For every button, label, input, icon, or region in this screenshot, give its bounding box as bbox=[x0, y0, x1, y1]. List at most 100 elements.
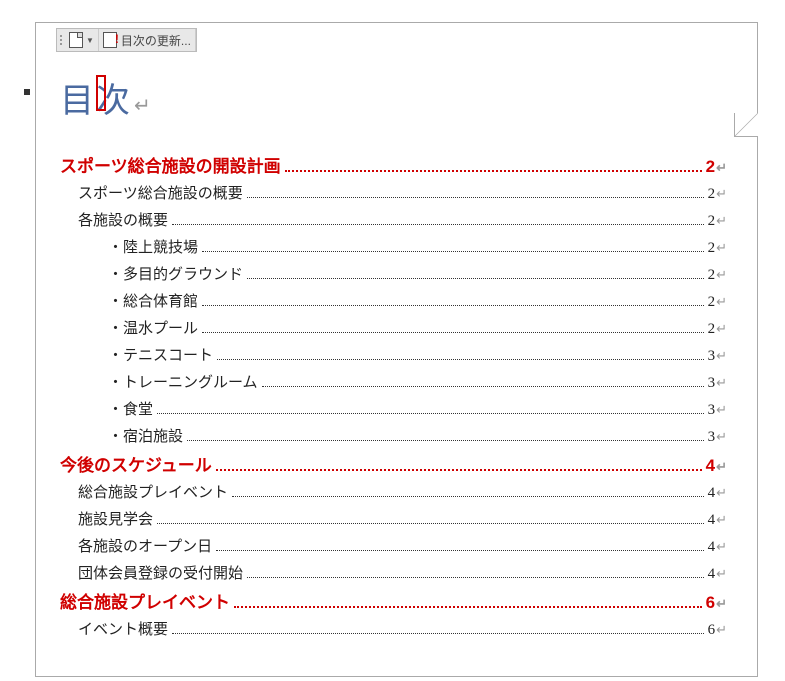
toc-entry-text: 今後のスケジュール bbox=[60, 457, 212, 474]
toc-entry-text: ・食堂 bbox=[108, 403, 153, 418]
toc-page-number: 2 bbox=[708, 187, 716, 202]
toc-entry[interactable]: ・テニスコート 3↵ bbox=[60, 349, 727, 364]
toc-entry[interactable]: 団体会員登録の受付開始 4↵ bbox=[60, 567, 727, 582]
toc-entry[interactable]: ・宿泊施設 3↵ bbox=[60, 430, 727, 445]
toc-entry[interactable]: ・トレーニングルーム 3↵ bbox=[60, 376, 727, 391]
toc-leader-dots bbox=[202, 305, 704, 306]
toc-entry[interactable]: 各施設の概要 2↵ bbox=[60, 214, 727, 229]
toc-entry[interactable]: 施設見学会 4↵ bbox=[60, 513, 727, 528]
line-break-mark-icon: ↵ bbox=[716, 540, 727, 553]
toc-leader-dots bbox=[247, 577, 704, 578]
toc-entry[interactable]: ・食堂 3↵ bbox=[60, 403, 727, 418]
toc-leader-dots bbox=[217, 359, 704, 360]
toc-entry-text: ・陸上競技場 bbox=[108, 241, 198, 256]
toc-leader-dots bbox=[247, 197, 704, 198]
line-break-mark-icon: ↵ bbox=[716, 597, 727, 610]
toc-page-number: 4 bbox=[708, 513, 716, 528]
toc-entry-text: ・トレーニングルーム bbox=[108, 376, 258, 391]
toc-page-number: 3 bbox=[708, 430, 716, 445]
toc-entry-text: 施設見学会 bbox=[78, 513, 153, 528]
toc-entry[interactable]: ・総合体育館 2↵ bbox=[60, 295, 727, 310]
page-fold-corner bbox=[734, 113, 758, 137]
line-break-mark-icon: ↵ bbox=[716, 349, 727, 362]
toc-entry[interactable]: ・多目的グラウンド 2↵ bbox=[60, 268, 727, 283]
toc-entry[interactable]: ・陸上競技場 2↵ bbox=[60, 241, 727, 256]
toc-leader-dots bbox=[247, 278, 704, 279]
toc-entry[interactable]: 各施設のオープン日 4↵ bbox=[60, 540, 727, 555]
toc-leader-dots bbox=[285, 170, 702, 172]
toc-page-number: 2 bbox=[708, 214, 716, 229]
toc-entry[interactable]: 総合施設プレイベント 4↵ bbox=[60, 486, 727, 501]
line-break-mark-icon: ↵ bbox=[716, 187, 727, 200]
update-icon bbox=[103, 32, 117, 48]
toc-page-number: 2 bbox=[708, 322, 716, 337]
toc-style-dropdown[interactable]: ▼ bbox=[65, 29, 99, 51]
toc-page-number: 3 bbox=[708, 403, 716, 418]
line-break-mark-icon: ↵ bbox=[716, 486, 727, 499]
document-page: 目次 ↵ スポーツ総合施設の開設計画 2↵スポーツ総合施設の概要 2↵各施設の概… bbox=[35, 22, 758, 677]
toc-page-number: 6 bbox=[706, 594, 715, 611]
line-break-mark-icon: ↵ bbox=[716, 567, 727, 580]
table-of-contents[interactable]: スポーツ総合施設の開設計画 2↵スポーツ総合施設の概要 2↵各施設の概要 2↵・… bbox=[60, 158, 727, 638]
toc-entry-text: スポーツ総合施設の開設計画 bbox=[60, 158, 281, 175]
toolbar-drag-handle[interactable] bbox=[57, 29, 65, 51]
toc-leader-dots bbox=[157, 523, 704, 524]
toc-entry-text: ・宿泊施設 bbox=[108, 430, 183, 445]
toc-page-number: 4 bbox=[708, 567, 716, 582]
line-break-mark-icon: ↵ bbox=[716, 268, 727, 281]
toc-entry-text: 総合施設プレイベント bbox=[60, 594, 230, 611]
page-title[interactable]: 目次 bbox=[60, 73, 132, 122]
line-break-mark-icon: ↵ bbox=[716, 161, 727, 174]
toc-leader-dots bbox=[216, 469, 702, 471]
toc-page-number: 6 bbox=[708, 623, 716, 638]
line-break-mark-icon: ↵ bbox=[716, 295, 727, 308]
toc-page-number: 4 bbox=[708, 486, 716, 501]
toc-entry[interactable]: ・温水プール 2↵ bbox=[60, 322, 727, 337]
update-toc-label: 目次の更新... bbox=[121, 32, 191, 49]
line-break-mark-icon: ↵ bbox=[716, 322, 727, 335]
toc-leader-dots bbox=[187, 440, 704, 441]
line-break-mark-icon: ↵ bbox=[716, 623, 727, 636]
title-row: 目次 ↵ bbox=[60, 73, 727, 122]
toc-entry-text: ・多目的グラウンド bbox=[108, 268, 243, 283]
line-break-mark-icon: ↵ bbox=[716, 376, 727, 389]
toc-leader-dots bbox=[234, 606, 702, 608]
line-break-mark-icon: ↵ bbox=[716, 214, 727, 227]
toc-entry-text: スポーツ総合施設の概要 bbox=[78, 187, 243, 202]
toc-entry[interactable]: 今後のスケジュール 4↵ bbox=[60, 457, 727, 474]
line-break-mark-icon: ↵ bbox=[716, 460, 727, 473]
paragraph-marker bbox=[24, 89, 30, 95]
line-break-mark-icon: ↵ bbox=[716, 241, 727, 254]
toc-leader-dots bbox=[172, 633, 704, 634]
toc-entry-text: 各施設の概要 bbox=[78, 214, 168, 229]
chevron-down-icon: ▼ bbox=[86, 36, 94, 45]
toc-entry-text: 総合施設プレイベント bbox=[78, 486, 228, 501]
toc-page-number: 2 bbox=[706, 158, 715, 175]
update-toc-button[interactable]: 目次の更新... bbox=[99, 29, 196, 51]
toc-entry-text: ・総合体育館 bbox=[108, 295, 198, 310]
toc-leader-dots bbox=[157, 413, 704, 414]
toc-entry[interactable]: スポーツ総合施設の開設計画 2↵ bbox=[60, 158, 727, 175]
line-break-mark-icon: ↵ bbox=[716, 403, 727, 416]
page-content: 目次 ↵ スポーツ総合施設の開設計画 2↵スポーツ総合施設の概要 2↵各施設の概… bbox=[36, 23, 757, 638]
toc-page-number: 2 bbox=[708, 295, 716, 310]
toc-page-number: 2 bbox=[708, 268, 716, 283]
toc-entry-text: 団体会員登録の受付開始 bbox=[78, 567, 243, 582]
toc-page-number: 2 bbox=[708, 241, 716, 256]
toc-entry-text: ・温水プール bbox=[108, 322, 198, 337]
toc-page-number: 4 bbox=[706, 457, 715, 474]
toc-leader-dots bbox=[262, 386, 704, 387]
toc-entry[interactable]: 総合施設プレイベント 6↵ bbox=[60, 594, 727, 611]
toc-page-number: 4 bbox=[708, 540, 716, 555]
toc-page-number: 3 bbox=[708, 376, 716, 391]
line-break-mark-icon: ↵ bbox=[716, 430, 727, 443]
toc-leader-dots bbox=[232, 496, 704, 497]
toc-leader-dots bbox=[202, 251, 704, 252]
toc-entry-text: ・テニスコート bbox=[108, 349, 213, 364]
toc-entry[interactable]: イベント概要 6↵ bbox=[60, 623, 727, 638]
toc-leader-dots bbox=[202, 332, 704, 333]
toc-entry-text: イベント概要 bbox=[78, 623, 168, 638]
toc-entry-text: 各施設のオープン日 bbox=[78, 540, 212, 555]
toc-page-number: 3 bbox=[708, 349, 716, 364]
toc-entry[interactable]: スポーツ総合施設の概要 2↵ bbox=[60, 187, 727, 202]
